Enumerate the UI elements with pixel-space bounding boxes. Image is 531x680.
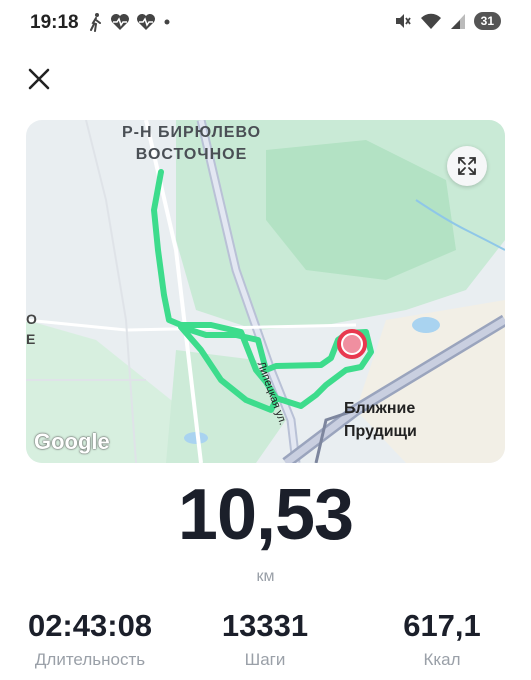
pond: [412, 317, 440, 333]
place-label: Ближние Прудищи: [344, 400, 417, 440]
close-icon[interactable]: [26, 66, 52, 92]
walking-icon: [90, 13, 101, 32]
stat-duration: 02:43:08 Длительность: [10, 608, 170, 670]
status-time: 19:18: [30, 12, 79, 33]
route-map[interactable]: Р-Н БИРЮЛЕВО ВОСТОЧНОЕ Ближние Прудищи Л…: [26, 120, 505, 463]
distance-value: 10,53: [177, 475, 354, 555]
edge-label: О Е: [26, 311, 37, 347]
battery-level: 31: [473, 12, 501, 30]
stat-steps: 13331 Шаги: [185, 608, 345, 670]
wifi-icon: [420, 13, 441, 29]
status-bar: 19:18 31: [0, 0, 531, 46]
stat-value: 617,1: [403, 608, 481, 643]
expand-icon: [458, 157, 476, 175]
expand-map-button[interactable]: [447, 146, 487, 186]
mute-icon: [395, 14, 411, 28]
district-label: Р-Н БИРЮЛЕВО ВОСТОЧНОЕ: [122, 124, 262, 163]
stat-value: 13331: [221, 608, 309, 643]
map-canvas: [26, 120, 505, 463]
stat-label: Ккал: [423, 650, 461, 669]
stat-calories: 617,1 Ккал: [362, 608, 522, 670]
google-logo: Google: [34, 429, 110, 454]
dot-icon: [164, 19, 170, 25]
stat-value: 02:43:08: [27, 608, 153, 643]
route-end-marker-core: [343, 335, 361, 353]
status-right-icons: 31: [394, 12, 501, 30]
status-left-icons: [88, 12, 172, 32]
heart-rate-icon: [137, 14, 155, 30]
distance-unit: км: [256, 568, 275, 585]
heart-rate-icon: [111, 14, 129, 30]
stat-label: Длительность: [34, 650, 146, 669]
stat-label: Шаги: [244, 650, 286, 669]
signal-icon: [450, 14, 465, 29]
